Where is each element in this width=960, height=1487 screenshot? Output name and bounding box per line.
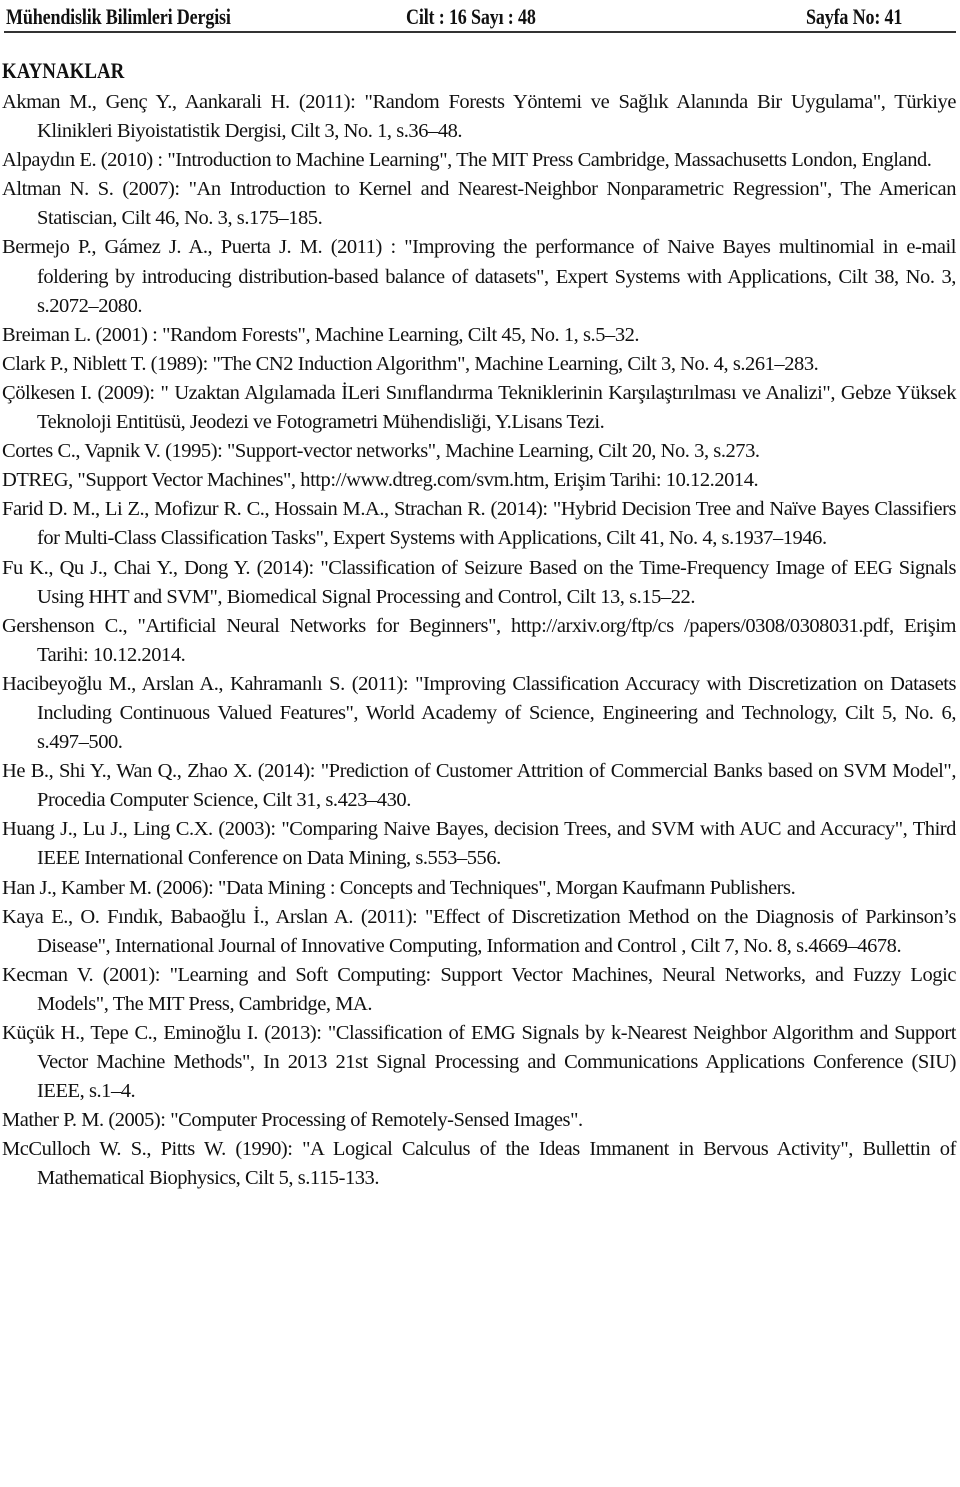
reference-item: He B., Shi Y., Wan Q., Zhao X. (2014): "… [2, 760, 956, 812]
page-number: Sayfa No: 41 [806, 4, 903, 29]
reference-list: Akman M., Genç Y., Aankarali H. (2011): … [2, 88, 956, 1194]
reference-item: Clark P., Niblett T. (1989): "The CN2 In… [2, 352, 819, 375]
reference-item: Akman M., Genç Y., Aankarali H. (2011): … [2, 91, 956, 143]
issue-info: Cilt : 16 Sayı : 48 [406, 4, 536, 29]
reference-item: Kaya E., O. Fındık, Babaoğlu İ., Arslan … [2, 905, 956, 957]
reference-item: McCulloch W. S., Pitts W. (1990): "A Log… [2, 1138, 956, 1190]
running-header: Mühendislik Bilimleri Dergisi Cilt : 16 … [4, 0, 956, 33]
reference-item: Bermejo P., Gámez J. A., Puerta J. M. (2… [2, 236, 956, 317]
reference-item: Cortes C., Vapnik V. (1995): "Support-ve… [2, 440, 760, 463]
reference-item: Küçük H., Tepe C., Eminoğlu I. (2013): "… [2, 1022, 956, 1103]
reference-item: Mather P. M. (2005): "Computer Processin… [2, 1109, 583, 1132]
reference-item: Han J., Kamber M. (2006): "Data Mining :… [2, 876, 796, 899]
reference-item: Farid D. M., Li Z., Mofizur R. C., Hossa… [2, 498, 956, 550]
document-page: Mühendislik Bilimleri Dergisi Cilt : 16 … [0, 0, 960, 1487]
reference-item: Kecman V. (2001): "Learning and Soft Com… [2, 963, 956, 1015]
reference-item: Fu K., Qu J., Chai Y., Dong Y. (2014): "… [2, 556, 956, 608]
section-title: KAYNAKLAR [2, 58, 125, 83]
journal-name: Mühendislik Bilimleri Dergisi [6, 4, 231, 29]
reference-item: Çölkesen I. (2009): " Uzaktan Algılamada… [2, 381, 956, 434]
reference-item: Altman N. S. (2007): "An Introduction to… [2, 178, 956, 230]
reference-item: Breiman L. (2001) : "Random Forests", Ma… [2, 323, 640, 346]
reference-item: Hacibeyoğlu M., Arslan A., Kahramanlı S.… [2, 672, 956, 754]
reference-item: Alpaydın E. (2010) : "Introduction to Ma… [2, 149, 932, 172]
reference-item: DTREG, "Support Vector Machines", http:/… [2, 469, 759, 492]
reference-item: Gershenson C., "Artificial Neural Networ… [2, 614, 956, 666]
reference-item: Huang J., Lu J., Ling C.X. (2003): "Comp… [2, 818, 956, 870]
